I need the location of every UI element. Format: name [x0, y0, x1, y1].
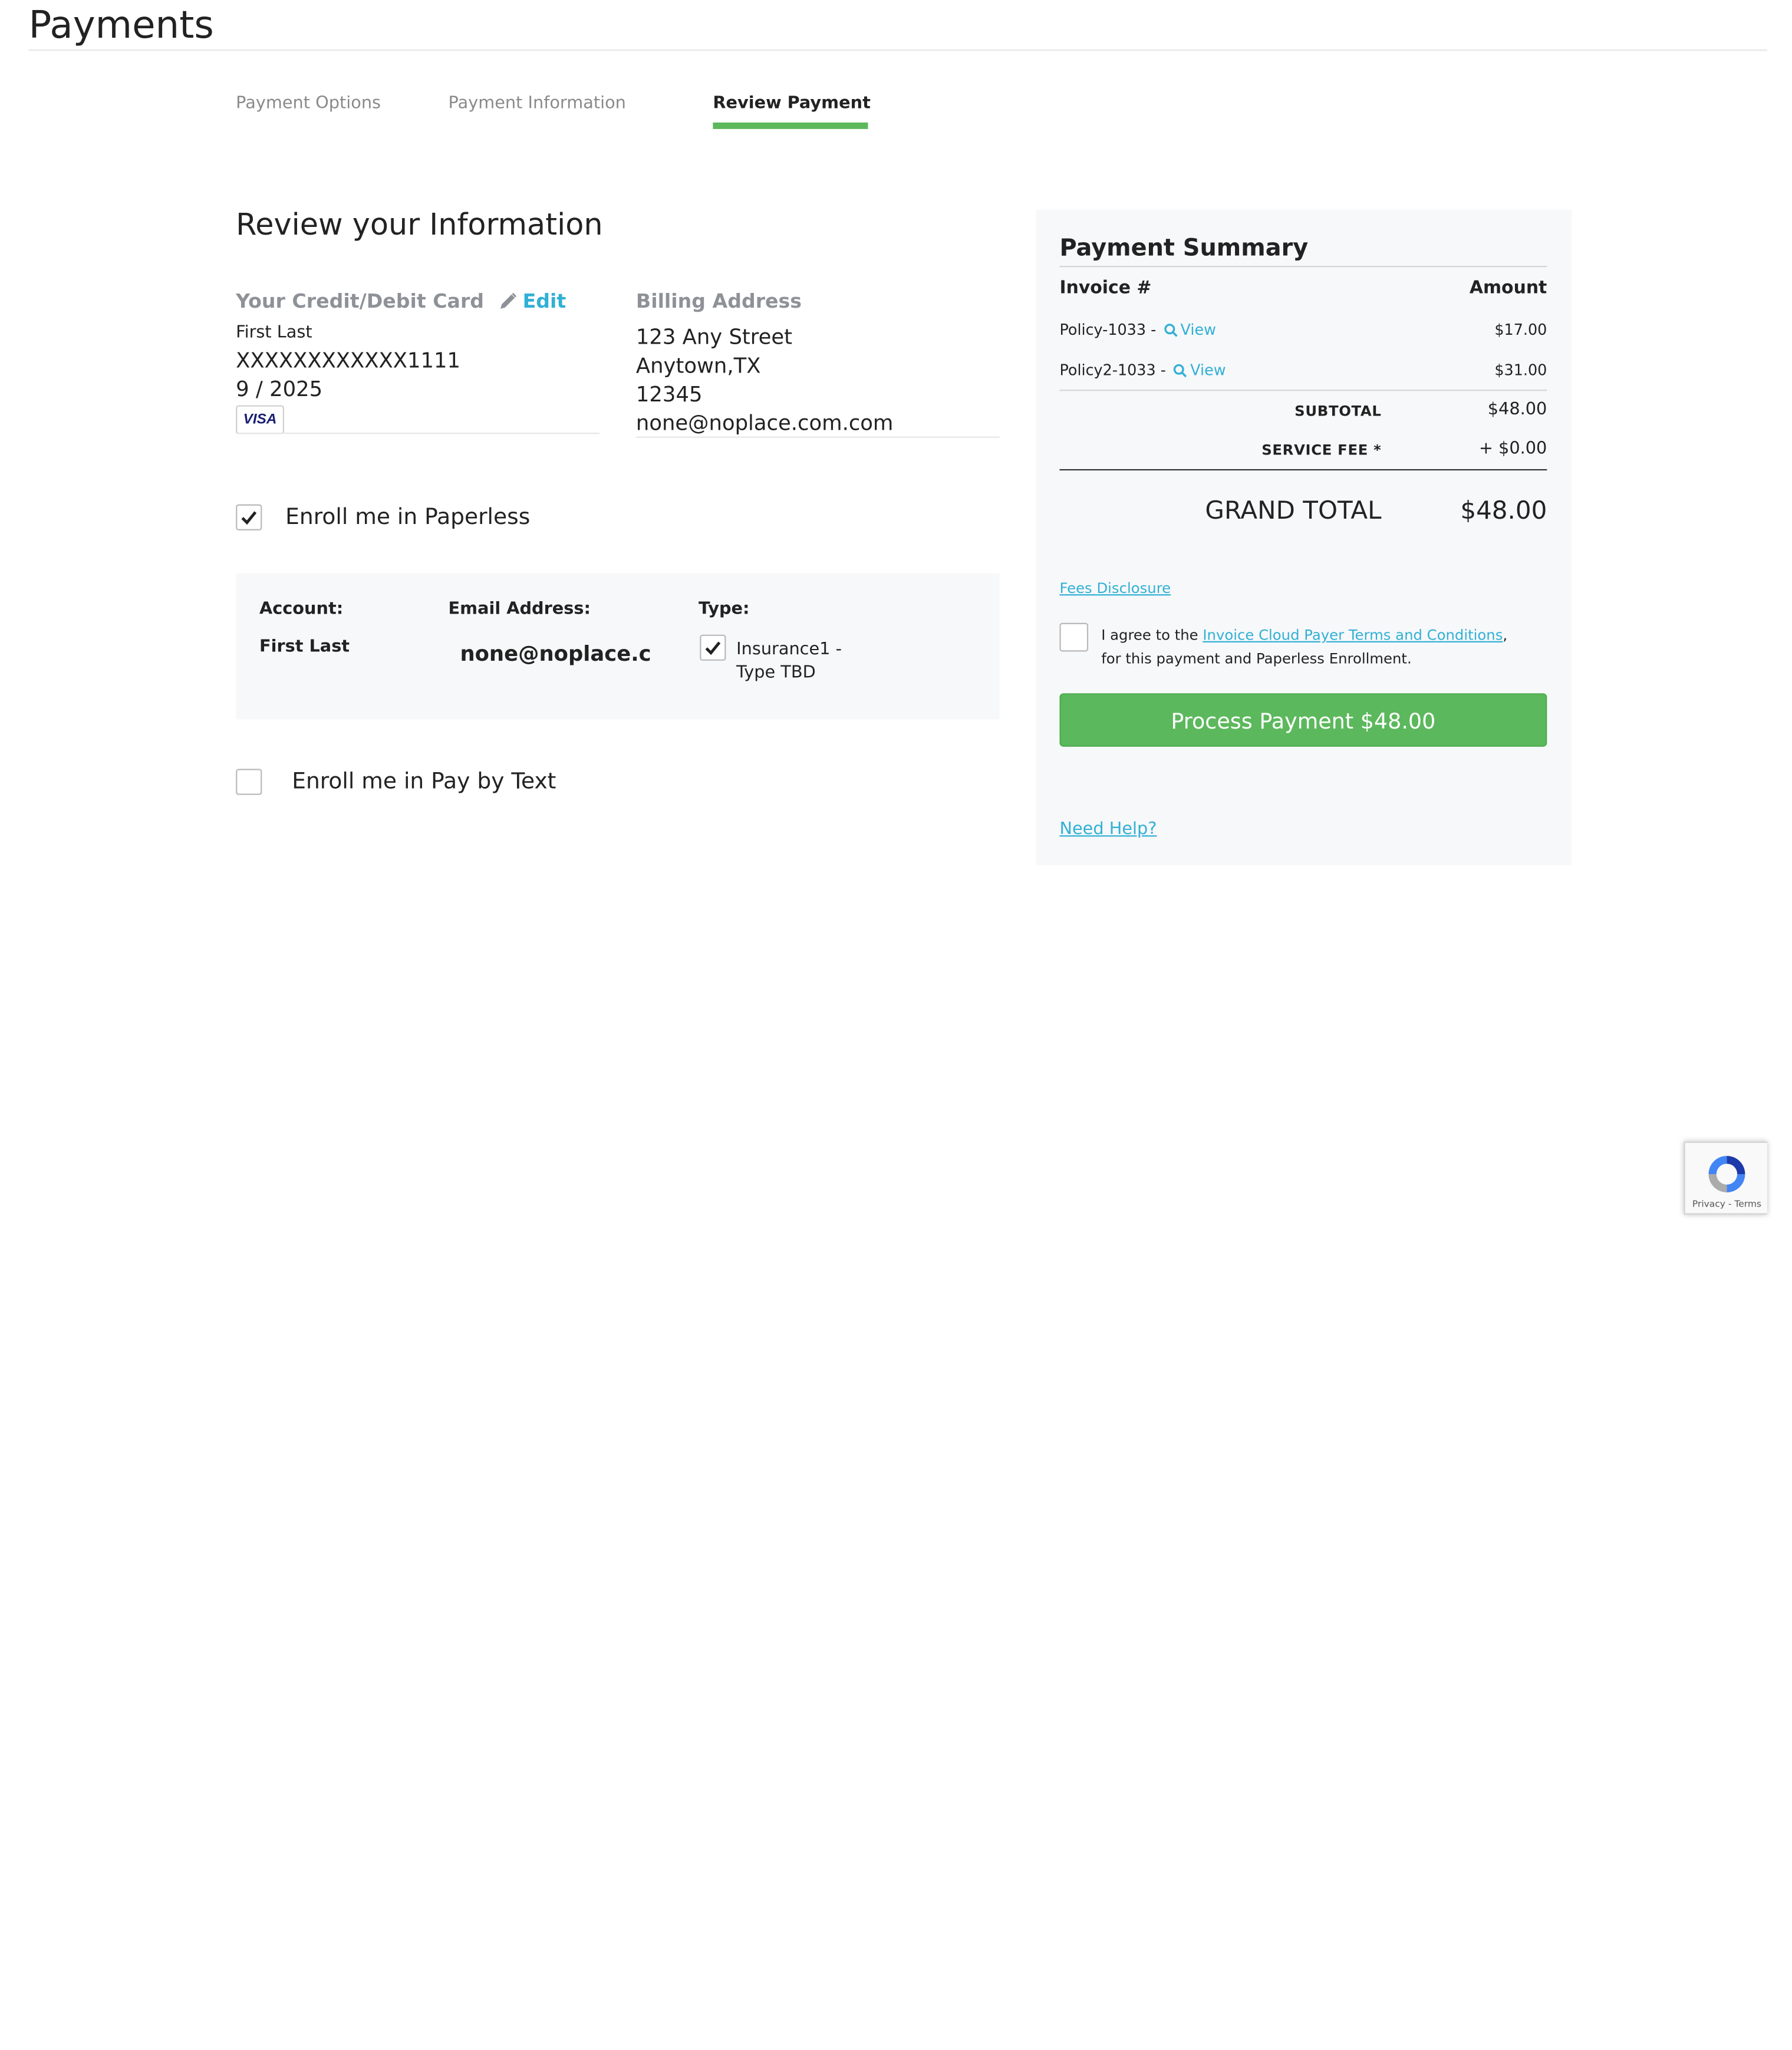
- recaptcha-icon: [1708, 1156, 1745, 1192]
- card-divider: [236, 433, 600, 434]
- amount-header: Amount: [1469, 277, 1547, 299]
- title-divider: [28, 50, 1767, 51]
- billing-email: none@noplace.com.com: [635, 410, 894, 436]
- summary-title-divider: [1059, 266, 1547, 268]
- page-title: Payments: [28, 2, 214, 47]
- step-review-payment[interactable]: Review Payment: [713, 94, 870, 113]
- grand-total-divider: [1059, 469, 1547, 471]
- step-payment-information[interactable]: Payment Information: [449, 94, 626, 113]
- view-label: View: [1190, 361, 1226, 380]
- billing-divider: [635, 436, 1000, 438]
- grand-total-label: GRAND TOTAL: [1205, 496, 1382, 525]
- need-help-link[interactable]: Need Help?: [1059, 820, 1157, 839]
- email-header: Email Address:: [448, 599, 591, 619]
- service-fee-value: + $0.00: [1478, 439, 1547, 459]
- type-line-1: Insurance1 -: [736, 640, 842, 660]
- account-name: First Last: [259, 637, 350, 657]
- pay-by-text-checkbox[interactable]: [236, 769, 262, 795]
- checkmark-icon: [705, 641, 721, 655]
- type-checkbox[interactable]: [700, 634, 726, 661]
- recaptcha-links[interactable]: Privacy - Terms: [1685, 1199, 1768, 1209]
- fees-disclosure-link[interactable]: Fees Disclosure: [1059, 580, 1171, 597]
- view-invoice-link[interactable]: View: [1171, 361, 1226, 379]
- card-holder-name: First Last: [236, 323, 312, 343]
- review-heading: Review your Information: [236, 208, 603, 243]
- invoice-amount: $31.00: [1494, 361, 1547, 380]
- view-invoice-link[interactable]: View: [1161, 321, 1216, 339]
- invoice-row-2: Policy2-1033 - View: [1059, 361, 1226, 379]
- invoice-id: Policy-1033 -: [1059, 320, 1157, 339]
- billing-street: 123 Any Street: [635, 324, 792, 350]
- subtotal-label: SUBTOTAL: [1294, 403, 1382, 420]
- view-label: View: [1180, 320, 1216, 339]
- type-line-2: Type TBD: [736, 663, 816, 683]
- invoice-header: Invoice #: [1059, 277, 1152, 299]
- payment-summary-panel: [1036, 209, 1572, 866]
- active-step-indicator: [713, 122, 868, 129]
- service-fee-label: SERVICE FEE *: [1261, 441, 1382, 459]
- visa-card-icon: VISA: [236, 405, 284, 434]
- billing-section-label: Billing Address: [635, 289, 802, 313]
- paperless-label[interactable]: Enroll me in Paperless: [285, 505, 530, 530]
- billing-zip: 12345: [635, 381, 703, 407]
- edit-link-label: Edit: [522, 289, 566, 313]
- recaptcha-badge[interactable]: Privacy - Terms: [1684, 1141, 1768, 1215]
- terms-link[interactable]: Invoice Cloud Payer Terms and Conditions: [1203, 627, 1503, 644]
- subtotal-value: $48.00: [1487, 400, 1547, 420]
- edit-card-link[interactable]: Edit: [499, 289, 566, 313]
- invoice-amount: $17.00: [1494, 320, 1547, 339]
- paperless-email: none@noplace.c: [460, 641, 651, 666]
- search-icon: [1174, 364, 1187, 378]
- card-number: XXXXXXXXXXXX1111: [236, 348, 461, 373]
- checkmark-icon: [241, 511, 257, 525]
- terms-text: I agree to the Invoice Cloud Payer Terms…: [1101, 624, 1518, 671]
- invoice-id: Policy2-1033 -: [1059, 361, 1166, 380]
- terms-pre: I agree to the: [1101, 627, 1203, 644]
- terms-checkbox[interactable]: [1059, 622, 1089, 652]
- account-header: Account:: [259, 599, 344, 619]
- pencil-icon: [500, 292, 517, 309]
- grand-total-value: $48.00: [1460, 496, 1547, 525]
- paperless-checkbox[interactable]: [236, 504, 262, 530]
- subtotal-divider: [1059, 390, 1547, 391]
- search-icon: [1164, 324, 1178, 337]
- card-expiry: 9 / 2025: [236, 376, 323, 401]
- step-payment-options[interactable]: Payment Options: [236, 94, 381, 113]
- pay-by-text-label[interactable]: Enroll me in Pay by Text: [292, 769, 556, 795]
- process-payment-button[interactable]: Process Payment $48.00: [1059, 693, 1547, 747]
- type-header: Type:: [699, 599, 750, 619]
- invoice-row-1: Policy-1033 - View: [1059, 321, 1215, 339]
- billing-city: Anytown,TX: [635, 353, 761, 378]
- card-section-label: Your Credit/Debit Card: [236, 289, 485, 313]
- summary-title: Payment Summary: [1059, 234, 1309, 262]
